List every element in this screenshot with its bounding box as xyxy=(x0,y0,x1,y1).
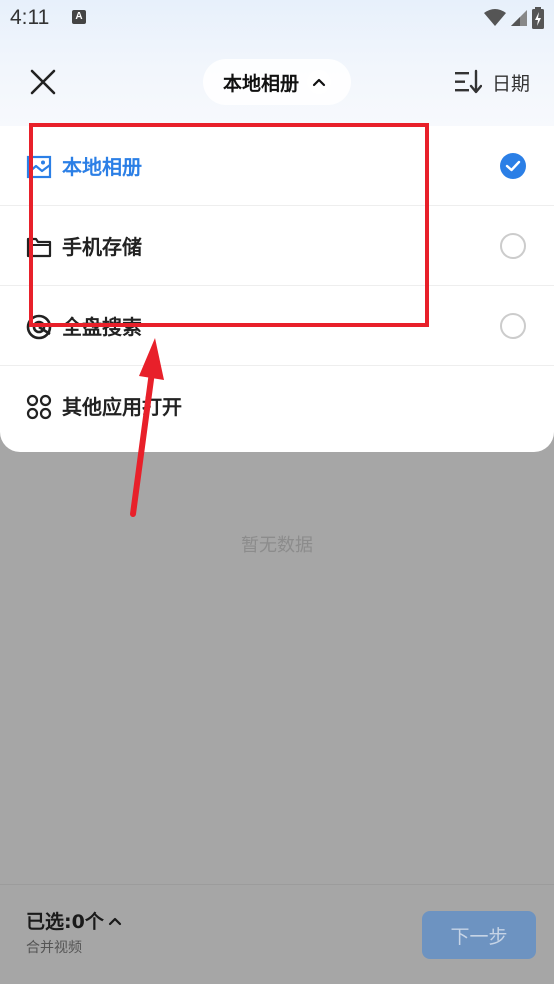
empty-state-text: 暂无数据 xyxy=(241,535,313,556)
signal-icon xyxy=(511,10,527,26)
next-step-button[interactable]: 下一步 xyxy=(422,911,536,959)
album-selector-label: 本地相册 xyxy=(222,72,299,95)
status-time: 4:11 xyxy=(10,6,50,29)
notification-icon: A xyxy=(72,10,86,24)
apps-grid-icon xyxy=(26,394,52,420)
sort-button[interactable]: 日期 xyxy=(454,65,530,99)
bottom-bar: 已选:0个 合并视频 下一步 xyxy=(0,884,554,984)
selected-count-toggle[interactable]: 已选:0个 xyxy=(26,907,122,934)
chevron-up-icon xyxy=(307,70,331,94)
dropdown-item-label: 其他应用打开 xyxy=(62,395,182,419)
annotation-highlight-box xyxy=(29,123,429,327)
sort-icon xyxy=(454,69,482,94)
selected-count-label: 已选:0个 xyxy=(26,911,104,933)
merge-video-label: 合并视频 xyxy=(26,940,82,956)
radio-unchecked-icon xyxy=(500,313,526,339)
dropdown-item-other-apps[interactable]: 其他应用打开 xyxy=(0,366,554,446)
header: 本地相册 日期 xyxy=(0,55,554,111)
checkmark-icon xyxy=(500,153,526,179)
album-selector[interactable]: 本地相册 xyxy=(203,59,351,105)
status-bar: 4:11 A xyxy=(0,0,554,38)
sort-label: 日期 xyxy=(491,72,530,95)
chevron-up-icon xyxy=(108,917,121,925)
status-icons xyxy=(484,6,544,30)
radio-unchecked-icon xyxy=(500,233,526,259)
battery-icon xyxy=(532,7,544,29)
close-button[interactable] xyxy=(24,63,62,101)
wifi-icon xyxy=(484,9,506,26)
close-icon xyxy=(30,69,56,95)
